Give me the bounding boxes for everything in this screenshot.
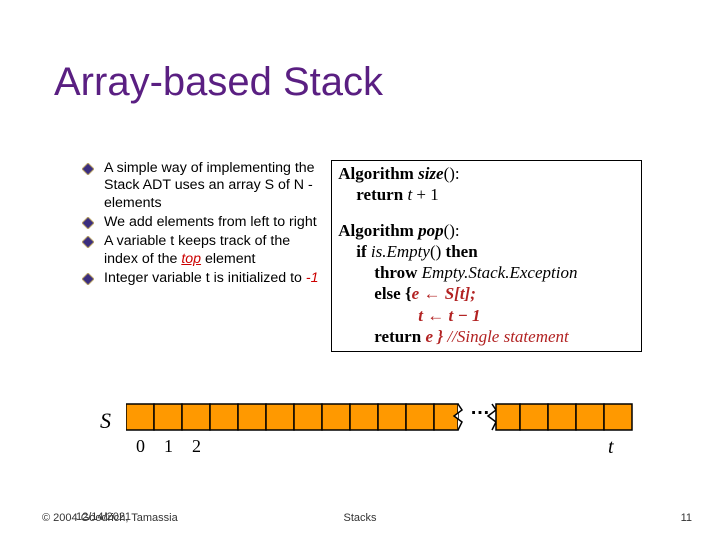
algo-code: e } [425, 327, 443, 346]
diamond-bullet-icon [82, 163, 94, 175]
algo-code: e [412, 284, 424, 303]
algo-text: () [430, 242, 446, 261]
algo-fn: pop [418, 221, 444, 240]
algo-text: + 1 [412, 185, 439, 204]
algo-keyword: Algorithm [338, 221, 418, 240]
bullet-item: Integer variable t is initialized to -1 [82, 270, 321, 287]
bullet-item: We add elements from left to right [82, 214, 321, 231]
algo-code: t [418, 306, 427, 325]
diamond-bullet-icon [82, 217, 94, 229]
algo-line: t ← t − 1 [338, 305, 635, 326]
array-index-0: 0 [136, 436, 145, 457]
diamond-bullet-icon [82, 236, 94, 248]
keyword-top: top [181, 251, 201, 267]
slide: Array-based Stack A simple way of implem… [0, 0, 720, 540]
algo-line: throw Empty.Stack.Exception [338, 262, 635, 283]
algo-paren: (): [444, 164, 460, 183]
array-index-1: 1 [164, 436, 173, 457]
diamond-bullet-icon [82, 273, 94, 285]
slide-body: A simple way of implementing the Stack A… [82, 160, 642, 352]
algo-code: t − 1 [444, 306, 480, 325]
algo-comment: //Single statement [443, 327, 569, 346]
array-cells [126, 402, 646, 439]
bullet-item: A simple way of implementing the Stack A… [82, 160, 321, 212]
bullet-item: A variable t keeps track of the index of… [82, 233, 321, 268]
bullet-text: We add elements from left to right [104, 214, 317, 230]
array-diagram: S [100, 402, 640, 464]
array-label-t: t [608, 436, 614, 459]
array-index-2: 2 [192, 436, 201, 457]
footer-page-number: 11 [681, 512, 692, 524]
arrow-left-icon: ← [423, 284, 440, 303]
algo-fn: size [418, 164, 444, 183]
algo-fn-call: is.Empty [371, 242, 430, 261]
bullet-list: A simple way of implementing the Stack A… [82, 160, 321, 287]
array-label-s: S [100, 408, 111, 434]
algo-keyword: return [356, 185, 407, 204]
algo-keyword: Algorithm [338, 164, 418, 183]
algo-keyword: throw [374, 263, 421, 282]
algo-line: return t + 1 [338, 184, 635, 205]
bullet-text-suffix: element [201, 251, 255, 267]
algo-exception: Empty.Stack.Exception [422, 263, 578, 282]
array-svg [126, 402, 646, 434]
algorithm-box: Algorithm size(): return t + 1 Algorithm… [331, 160, 642, 352]
algo-size: Algorithm size(): return t + 1 [338, 163, 635, 206]
algo-line: if is.Empty() then [338, 241, 635, 262]
array-ellipsis: … [470, 397, 490, 420]
bullet-text: Integer variable t is initialized to [104, 270, 306, 286]
footer-center: Stacks [0, 512, 720, 524]
algo-pop: Algorithm pop(): if is.Empty() then thro… [338, 220, 635, 348]
algo-keyword: if [356, 242, 371, 261]
algo-keyword: else { [374, 284, 411, 303]
algo-paren: (): [444, 221, 460, 240]
algo-line: else {e ← S[t]; [338, 283, 635, 304]
keyword-neg1: -1 [306, 270, 319, 286]
algo-keyword: then [446, 242, 478, 261]
algo-code: S[t]; [440, 284, 475, 303]
bullet-column: A simple way of implementing the Stack A… [82, 160, 321, 352]
algo-keyword: return [374, 327, 425, 346]
slide-title: Array-based Stack [54, 60, 383, 105]
arrow-left-icon: ← [427, 306, 444, 325]
algo-line: return e } //Single statement [338, 326, 635, 347]
spacer [338, 206, 635, 220]
bullet-text: A simple way of implementing the Stack A… [104, 160, 315, 211]
